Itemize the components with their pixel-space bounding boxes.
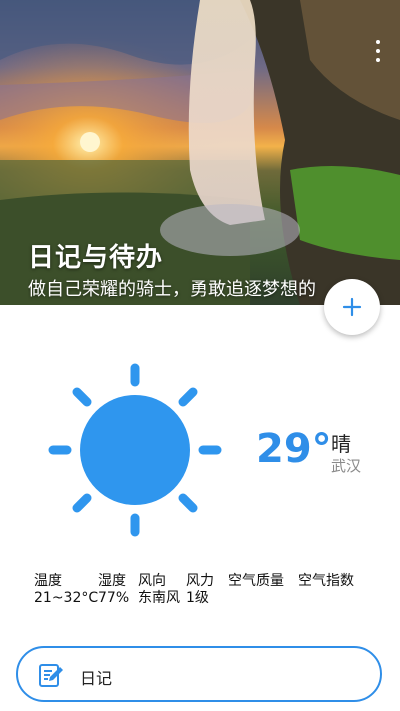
diary-button[interactable]: 日记 — [16, 646, 382, 702]
stat-wind-direction: 风向 东南风 — [138, 573, 180, 607]
stat-label: 风向 — [138, 573, 166, 589]
add-button[interactable] — [324, 279, 380, 335]
header-banner: 日记与待办 做自己荣耀的骑士，勇敢追逐梦想的 — [0, 0, 400, 305]
sun-icon — [48, 363, 222, 537]
stat-value: 东南风 — [138, 590, 180, 606]
city-name: 武汉 — [331, 457, 362, 475]
stat-label: 湿度 — [98, 573, 126, 589]
stat-label: 温度 — [34, 573, 62, 589]
stat-label: 风力 — [186, 573, 214, 589]
stat-air-quality: 空气质量 — [228, 573, 284, 590]
diary-label: 日记 — [80, 669, 113, 688]
stat-humidity: 湿度 77% — [98, 573, 129, 607]
stat-value: 21~32°C — [34, 590, 99, 606]
plus-icon — [342, 297, 362, 317]
stat-wind-force: 风力 1级 — [186, 573, 214, 607]
stat-value: 77% — [98, 590, 130, 606]
app-motto: 做自己荣耀的骑士，勇敢追逐梦想的 — [28, 279, 316, 300]
app-title: 日记与待办 — [28, 243, 164, 273]
edit-note-icon — [39, 664, 63, 687]
weather-condition: 晴 — [331, 432, 351, 456]
stat-label: 空气指数 — [298, 573, 354, 589]
stat-air-index: 空气指数 — [298, 573, 354, 590]
more-vert-icon[interactable] — [374, 40, 382, 62]
stat-temperature: 温度 21~32°C — [34, 573, 98, 607]
temperature: 29° — [256, 426, 332, 472]
stat-value: 1级 — [186, 590, 209, 606]
stat-label: 空气质量 — [228, 573, 284, 589]
